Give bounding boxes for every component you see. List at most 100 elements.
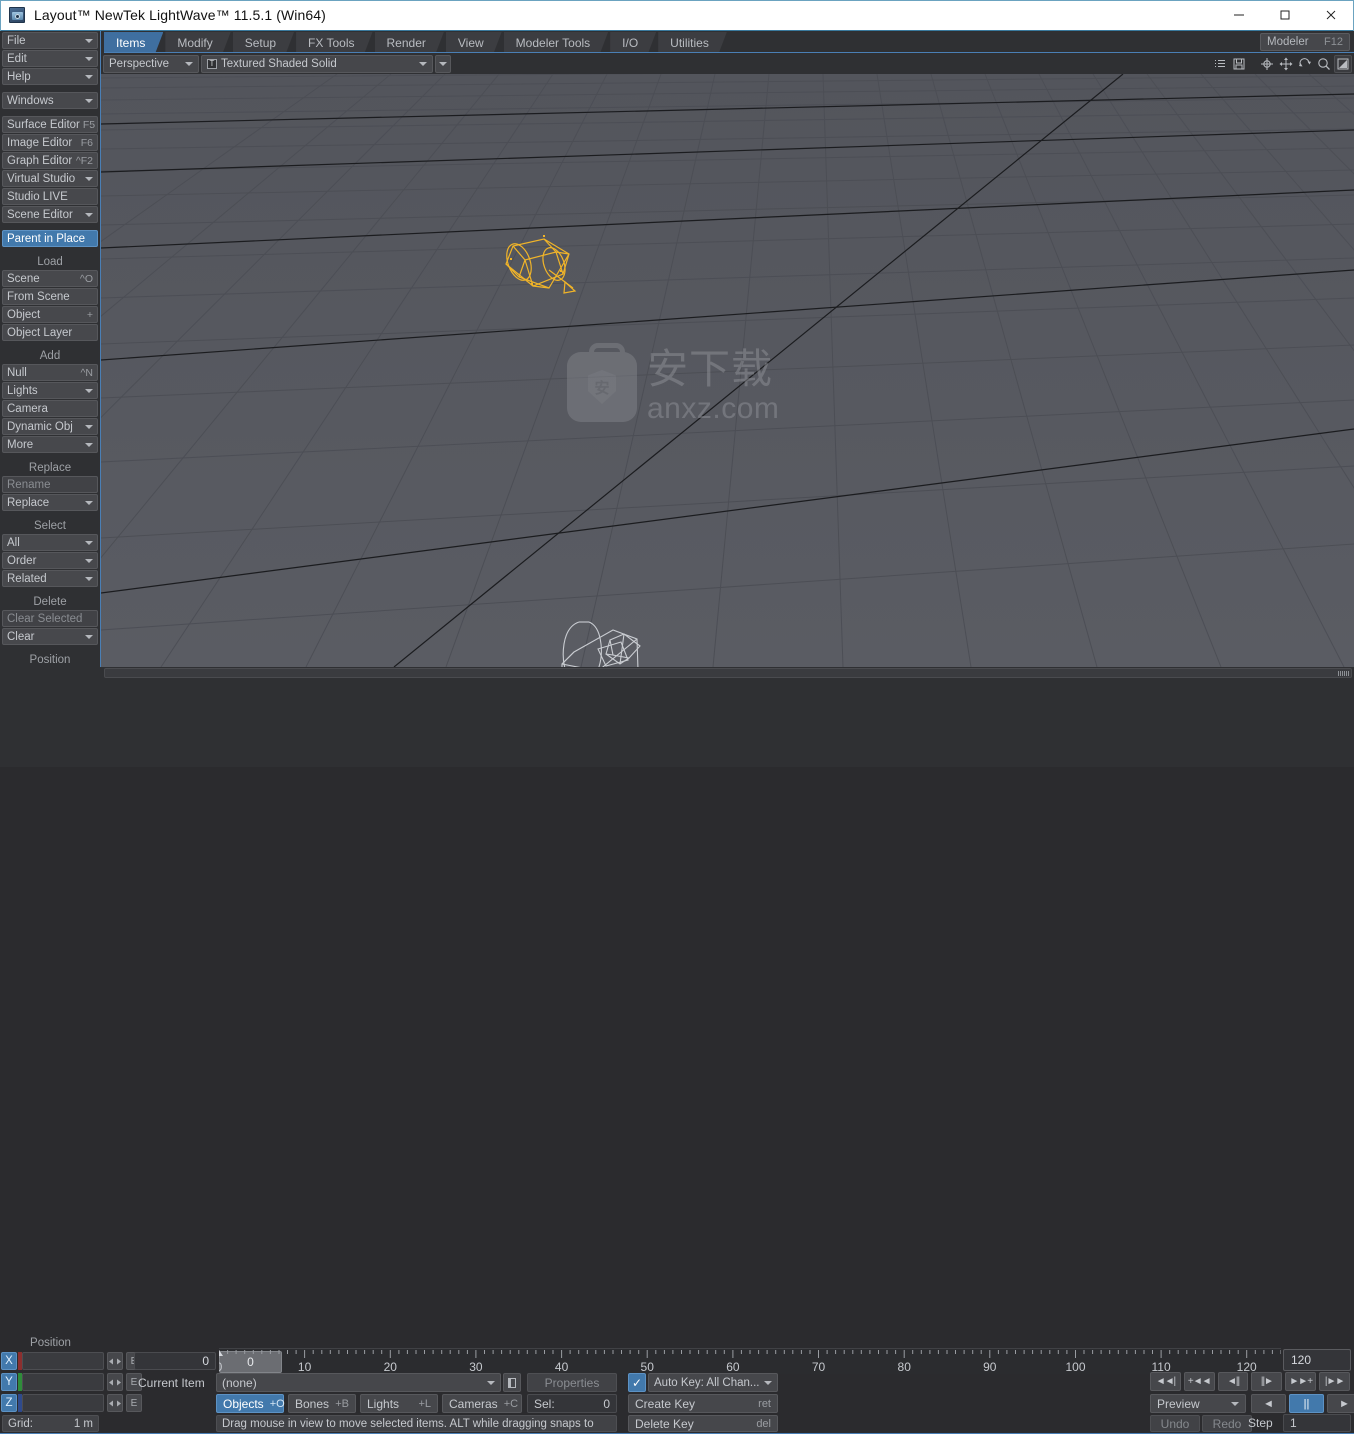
- sidebar-item-edit[interactable]: Edit: [2, 50, 98, 67]
- selection-mode-cameras[interactable]: Cameras +C: [442, 1394, 522, 1413]
- sidebar-item-related[interactable]: Related: [2, 570, 98, 587]
- skip-to-start-icon[interactable]: ◄◄|: [1150, 1372, 1181, 1391]
- axis-value-field-z[interactable]: [22, 1394, 104, 1412]
- center-target-icon[interactable]: [1258, 55, 1276, 73]
- delete-key-button[interactable]: Delete Key del: [628, 1415, 778, 1432]
- play-forward-button[interactable]: ►: [1327, 1394, 1354, 1413]
- sidebar-item-from-scene[interactable]: From Scene: [2, 288, 98, 305]
- properties-button[interactable]: Properties: [527, 1373, 617, 1392]
- selection-mode-objects[interactable]: Objects +O: [216, 1394, 285, 1413]
- scrollbar-grip[interactable]: [1338, 671, 1349, 676]
- viewport-icon-group: [1211, 54, 1352, 73]
- selection-mode-bones[interactable]: Bones +B: [288, 1394, 356, 1413]
- autokey-checkbox[interactable]: ✓: [628, 1373, 646, 1392]
- svg-text:0: 0: [219, 1360, 223, 1374]
- close-button[interactable]: [1308, 0, 1354, 30]
- sidebar-item-file[interactable]: File: [2, 32, 98, 49]
- sidebar-item-camera[interactable]: Camera: [2, 400, 98, 417]
- current-frame-field[interactable]: 0: [134, 1352, 216, 1370]
- sidebar-group-header: Position: [29, 653, 71, 666]
- end-frame-field[interactable]: 120: [1283, 1349, 1351, 1371]
- sidebar-item-lights[interactable]: Lights: [2, 382, 98, 399]
- tab-items[interactable]: Items: [104, 32, 163, 53]
- sidebar-item-all[interactable]: All: [2, 534, 98, 551]
- play-reverse-button[interactable]: ◄: [1251, 1394, 1286, 1413]
- pause-button[interactable]: ||: [1289, 1394, 1324, 1413]
- tab-utilities[interactable]: Utilities: [658, 32, 727, 53]
- redo-button[interactable]: Redo: [1202, 1415, 1252, 1432]
- sidebar-item-order[interactable]: Order: [2, 552, 98, 569]
- delete-key-label: Delete Key: [635, 1416, 694, 1431]
- rotate-icon[interactable]: [1296, 55, 1314, 73]
- sidebar-item-image-editor[interactable]: Image Editor F6: [2, 134, 98, 151]
- sidebar-item-object-layer[interactable]: Object Layer: [2, 324, 98, 341]
- axis-edit-button-z[interactable]: E: [126, 1394, 142, 1412]
- create-key-button[interactable]: Create Key ret: [628, 1394, 778, 1413]
- skip-to-end-icon[interactable]: |►►: [1319, 1372, 1350, 1391]
- create-key-hotkey: ret: [758, 1397, 771, 1410]
- timeline-ruler[interactable]: 0 0102030405060708090100110120: [219, 1348, 1281, 1374]
- tab-render[interactable]: Render: [375, 32, 444, 53]
- axis-value-field-x[interactable]: [22, 1352, 104, 1370]
- modeler-switch-button[interactable]: Modeler F12: [1260, 33, 1350, 51]
- sidebar-item-virtual-studio[interactable]: Virtual Studio: [2, 170, 98, 187]
- sidebar-item-dynamic-obj[interactable]: Dynamic Obj: [2, 418, 98, 435]
- sidebar-item-object[interactable]: Object +: [2, 306, 98, 323]
- tab-modeler-tools[interactable]: Modeler Tools: [504, 32, 608, 53]
- sidebar-item-surface-editor[interactable]: Surface Editor F5: [2, 116, 98, 133]
- preview-dropdown[interactable]: Preview: [1150, 1394, 1246, 1413]
- sidebar-item-help[interactable]: Help: [2, 68, 98, 85]
- sidebar-item-parent-in-place[interactable]: Parent in Place: [2, 230, 98, 247]
- sidebar-item-more[interactable]: More: [2, 436, 98, 453]
- sidebar-group-header: Load: [37, 255, 63, 268]
- axis-nudge-icon-z[interactable]: [107, 1394, 123, 1412]
- viewport-horizontal-scrollbar[interactable]: [104, 668, 1352, 678]
- sidebar-item-clear[interactable]: Clear: [2, 628, 98, 645]
- zoom-magnifier-icon[interactable]: [1315, 55, 1333, 73]
- window-title: Layout™ NewTek LightWave™ 11.5.1 (Win64): [34, 7, 326, 23]
- step-value-field[interactable]: 1: [1283, 1414, 1351, 1432]
- selection-mode-lights[interactable]: Lights +L: [360, 1394, 438, 1413]
- sidebar-item-windows[interactable]: Windows: [2, 92, 98, 109]
- tab-i-o[interactable]: I/O: [610, 32, 656, 53]
- tab-fx-tools[interactable]: FX Tools: [296, 32, 372, 53]
- tab-view[interactable]: View: [446, 32, 502, 53]
- viewport-view-mode-dropdown[interactable]: Perspective: [103, 54, 199, 73]
- sidebar-item-null[interactable]: Null ^N: [2, 364, 98, 381]
- viewport-shading-extra-dropdown[interactable]: [435, 54, 451, 73]
- sidebar-item-scene[interactable]: Scene ^O: [2, 270, 98, 287]
- axis-label-y[interactable]: Y: [1, 1373, 17, 1391]
- sidebar-item-replace[interactable]: Replace: [2, 494, 98, 511]
- chevron-down-icon: [185, 61, 193, 66]
- tab-setup[interactable]: Setup: [233, 32, 294, 53]
- list-icon[interactable]: [1211, 55, 1229, 73]
- axis-label-z[interactable]: Z: [1, 1394, 17, 1412]
- autokey-dropdown[interactable]: Auto Key: All Chan...: [648, 1373, 778, 1392]
- move-icon[interactable]: [1277, 55, 1295, 73]
- axis-nudge-icon-y[interactable]: [107, 1373, 123, 1391]
- maximize-button[interactable]: [1262, 0, 1308, 30]
- viewport-view-mode-label: Perspective: [109, 57, 170, 70]
- sidebar-item-label: Lights: [7, 384, 38, 397]
- axis-nudge-icon-x[interactable]: [107, 1352, 123, 1370]
- axis-value-field-y[interactable]: [22, 1373, 104, 1391]
- maximize-viewport-icon[interactable]: [1334, 54, 1352, 73]
- sidebar-item-label: Scene: [7, 272, 40, 285]
- item-list-icon[interactable]: [503, 1373, 521, 1392]
- viewport-shading-dropdown[interactable]: T Textured Shaded Solid: [201, 54, 433, 73]
- step-forward-frame-icon[interactable]: ||►: [1251, 1372, 1283, 1391]
- current-item-dropdown[interactable]: (none): [216, 1373, 501, 1392]
- step-back-key-icon[interactable]: +◄◄: [1183, 1372, 1215, 1391]
- save-icon[interactable]: [1230, 55, 1248, 73]
- sidebar-item-graph-editor[interactable]: Graph Editor ^F2: [2, 152, 98, 169]
- minimize-button[interactable]: [1216, 0, 1262, 30]
- undo-button[interactable]: Undo: [1150, 1415, 1200, 1432]
- autokey-label: Auto Key: All Chan...: [654, 1376, 760, 1389]
- step-forward-key-icon[interactable]: ►►+: [1285, 1372, 1317, 1391]
- step-back-frame-icon[interactable]: ◄||: [1217, 1372, 1249, 1391]
- viewport-3d-canvas[interactable]: 安 安下载 anxz.com: [101, 74, 1354, 667]
- sidebar-item-studio-live[interactable]: Studio LIVE: [2, 188, 98, 205]
- tab-modify[interactable]: Modify: [165, 32, 230, 53]
- axis-label-x[interactable]: X: [1, 1352, 17, 1370]
- sidebar-item-scene-editor[interactable]: Scene Editor: [2, 206, 98, 223]
